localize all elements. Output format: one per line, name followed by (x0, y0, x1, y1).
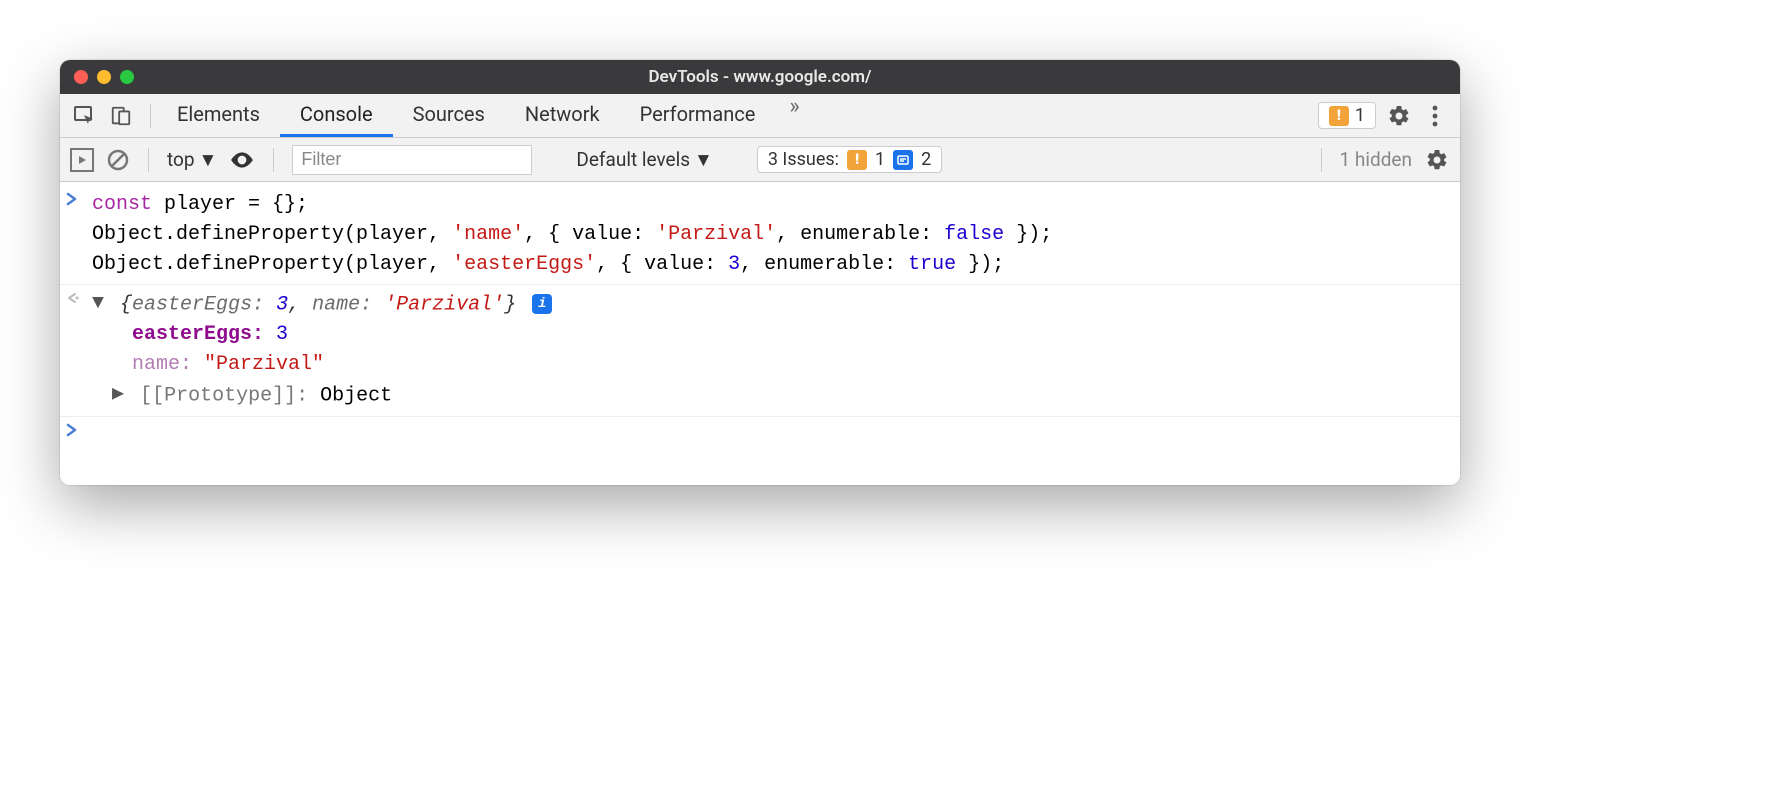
property-key: name (132, 353, 180, 376)
tab-elements[interactable]: Elements (157, 94, 280, 137)
issues-summary[interactable]: 3 Issues: ! 1 2 (757, 146, 942, 173)
clear-console-icon[interactable] (106, 148, 130, 172)
code-text: , enumerable: (740, 253, 908, 276)
issues-label: 3 Issues: (768, 149, 839, 170)
code-text: }); (956, 253, 1004, 276)
divider (148, 148, 149, 172)
object-preview: {easterEggs: 3, name: 'Parzival'} (120, 293, 528, 316)
tabs: Elements Console Sources Network Perform… (157, 94, 814, 137)
console-output-row: ▼ {easterEggs: 3, name: 'Parzival'} i ea… (60, 285, 1460, 417)
code-string: 'easterEggs' (452, 253, 596, 276)
titlebar: DevTools - www.google.com/ (60, 60, 1460, 94)
more-tabs-button[interactable]: » (775, 94, 813, 137)
settings-gear-icon[interactable] (1386, 103, 1412, 129)
code-text: Object.defineProperty(player, (92, 223, 452, 246)
code-text: , { value: (596, 253, 728, 276)
code-text: }); (1004, 223, 1052, 246)
console-input-code[interactable]: const player = {}; Object.defineProperty… (92, 190, 1454, 280)
output-return-icon (66, 289, 92, 412)
divider (273, 148, 274, 172)
warning-icon: ! (847, 150, 867, 170)
context-selector[interactable]: top ▼ (167, 148, 217, 172)
console-toolbar: top ▼ Default levels ▼ 3 Issues: ! 1 2 1… (60, 138, 1460, 182)
code-boolean: false (944, 223, 1004, 246)
devtools-window: DevTools - www.google.com/ Elements Cons… (60, 60, 1460, 485)
code-string: 'name' (452, 223, 524, 246)
console-body: const player = {}; Object.defineProperty… (60, 182, 1460, 485)
prototype-value: Object (320, 385, 392, 408)
device-toolbar-icon[interactable] (108, 103, 134, 129)
property-value: 3 (276, 323, 288, 346)
input-prompt-icon (66, 190, 92, 280)
code-text: , enumerable: (776, 223, 944, 246)
hidden-messages-label[interactable]: 1 hidden (1340, 148, 1412, 171)
tab-performance[interactable]: Performance (620, 94, 776, 137)
code-text: , { value: (524, 223, 656, 246)
filter-input[interactable] (292, 145, 532, 175)
console-input-row: const player = {}; Object.defineProperty… (60, 186, 1460, 285)
toggle-sidebar-icon[interactable] (70, 148, 94, 172)
chevron-down-icon: ▼ (694, 148, 713, 172)
prototype-key: [[Prototype]] (140, 385, 296, 408)
chevron-down-icon: ▼ (199, 148, 218, 172)
warning-icon: ! (1329, 106, 1349, 126)
warning-count: 1 (1355, 105, 1365, 126)
window-title: DevTools - www.google.com/ (60, 67, 1460, 87)
input-prompt-icon (66, 421, 92, 451)
property-row: easterEggs: 3 (132, 320, 1454, 350)
property-key: easterEggs (132, 323, 252, 346)
live-expression-icon[interactable] (229, 147, 255, 173)
tab-console[interactable]: Console (280, 94, 393, 137)
zoom-window-button[interactable] (120, 70, 134, 84)
issues-warning-badge[interactable]: ! 1 (1318, 102, 1376, 129)
code-boolean: true (908, 253, 956, 276)
code-text: player = {}; (152, 193, 308, 216)
property-value: "Parzival" (204, 353, 324, 376)
console-settings-gear-icon[interactable] (1424, 147, 1450, 173)
code-keyword: const (92, 193, 152, 216)
prototype-row[interactable]: ▶ [[Prototype]]: Object (132, 380, 1454, 411)
expand-triangle-icon[interactable]: ▶ (112, 380, 124, 410)
inspect-element-icon[interactable] (72, 103, 98, 129)
issues-info-count: 2 (921, 149, 931, 170)
console-prompt-row[interactable] (60, 417, 1460, 455)
info-icon (893, 150, 913, 170)
log-levels-selector[interactable]: Default levels ▼ (576, 148, 712, 172)
main-tabbar: Elements Console Sources Network Perform… (60, 94, 1460, 138)
object-properties: easterEggs: 3 name: "Parzival" ▶ [[Proto… (92, 320, 1454, 411)
issues-warning-count: 1 (875, 149, 885, 170)
kebab-menu-icon[interactable] (1422, 103, 1448, 129)
expand-triangle-icon[interactable]: ▼ (92, 289, 104, 319)
code-string: 'Parzival' (656, 223, 776, 246)
tab-sources[interactable]: Sources (393, 94, 505, 137)
console-input-empty[interactable] (92, 421, 1454, 451)
traffic-lights (74, 70, 134, 84)
divider (150, 104, 151, 128)
console-output-content[interactable]: ▼ {easterEggs: 3, name: 'Parzival'} i ea… (92, 289, 1454, 412)
tab-network[interactable]: Network (505, 94, 620, 137)
minimize-window-button[interactable] (97, 70, 111, 84)
context-label: top (167, 148, 195, 171)
levels-label: Default levels (576, 148, 690, 171)
divider (1321, 148, 1322, 172)
code-text: Object.defineProperty(player, (92, 253, 452, 276)
property-row: name: "Parzival" (132, 350, 1454, 380)
info-badge-icon[interactable]: i (532, 294, 552, 314)
close-window-button[interactable] (74, 70, 88, 84)
code-number: 3 (728, 253, 740, 276)
